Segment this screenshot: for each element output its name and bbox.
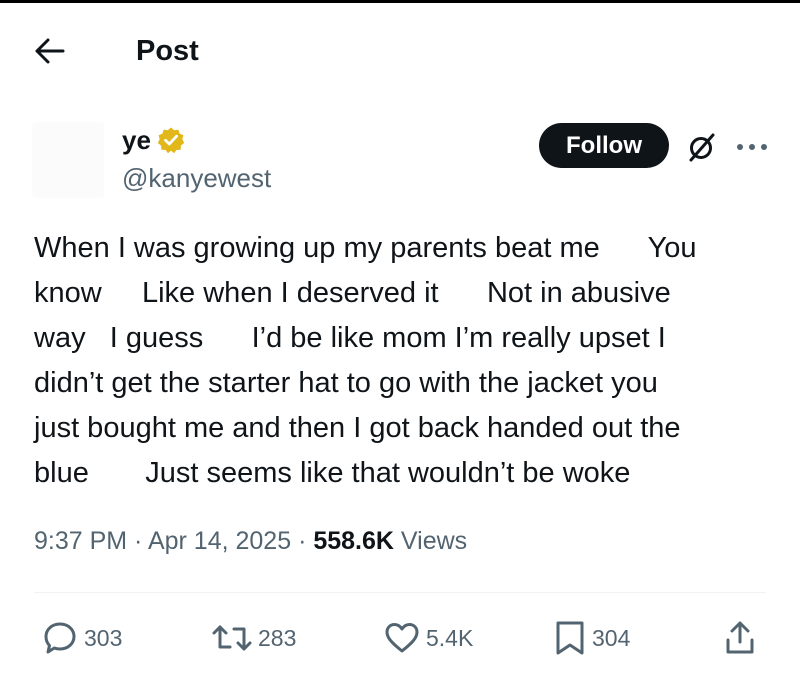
reply-icon (42, 620, 78, 656)
back-button[interactable] (30, 33, 70, 69)
share-icon (724, 620, 756, 656)
meta-separator: · (291, 527, 314, 555)
bookmark-button[interactable]: 304 (554, 614, 630, 662)
action-bar: 303 283 5.4K 304 (0, 614, 800, 662)
more-options-button[interactable] (732, 129, 772, 165)
post-time[interactable]: 9:37 PM (34, 527, 127, 555)
grok-button[interactable] (684, 129, 720, 165)
reply-count: 303 (84, 624, 123, 651)
post-text-line: When I was growing up my parents beat me… (34, 232, 697, 264)
like-count: 5.4K (426, 624, 474, 651)
post-text-line: blue Just seems like that wouldn’t be wo… (34, 457, 631, 489)
header: Post (0, 20, 800, 84)
heart-icon (384, 621, 420, 655)
top-border (0, 0, 800, 3)
repost-icon (212, 622, 252, 654)
views-label: Views (393, 527, 468, 555)
post-date[interactable]: Apr 14, 2025 (148, 527, 291, 555)
grok-icon (686, 131, 718, 163)
meta-separator: · (127, 527, 148, 555)
share-button[interactable] (724, 614, 756, 662)
follow-button[interactable]: Follow (539, 123, 669, 168)
views-count[interactable]: 558.6K (313, 527, 394, 555)
author-name-row[interactable]: ye (122, 124, 185, 156)
post-text-line: know Like when I deserved it Not in abus… (34, 277, 671, 309)
divider (34, 592, 766, 593)
page-title: Post (136, 35, 199, 67)
arrow-left-icon (35, 38, 65, 64)
author-name[interactable]: ye (122, 124, 151, 156)
verified-badge-icon[interactable] (157, 126, 185, 154)
post-meta: 9:37 PM · Apr 14, 2025 · 558.6K Views (34, 524, 467, 558)
reply-button[interactable]: 303 (42, 614, 122, 662)
avatar[interactable] (32, 122, 104, 198)
bookmark-count: 304 (592, 624, 631, 651)
author-handle[interactable]: @kanyewest (122, 162, 271, 194)
repost-count: 283 (258, 624, 297, 651)
post-text-line: way I guess I’d be like mom I’m really u… (34, 322, 666, 354)
more-dots-icon (736, 143, 768, 151)
post-text-line: didn’t get the starter hat to go with th… (34, 367, 658, 399)
bookmark-icon (554, 620, 586, 656)
like-button[interactable]: 5.4K (384, 614, 473, 662)
post-text-line: just bought me and then I got back hande… (34, 412, 681, 444)
repost-button[interactable]: 283 (212, 614, 296, 662)
post-text: When I was growing up my parents beat me… (34, 226, 774, 496)
